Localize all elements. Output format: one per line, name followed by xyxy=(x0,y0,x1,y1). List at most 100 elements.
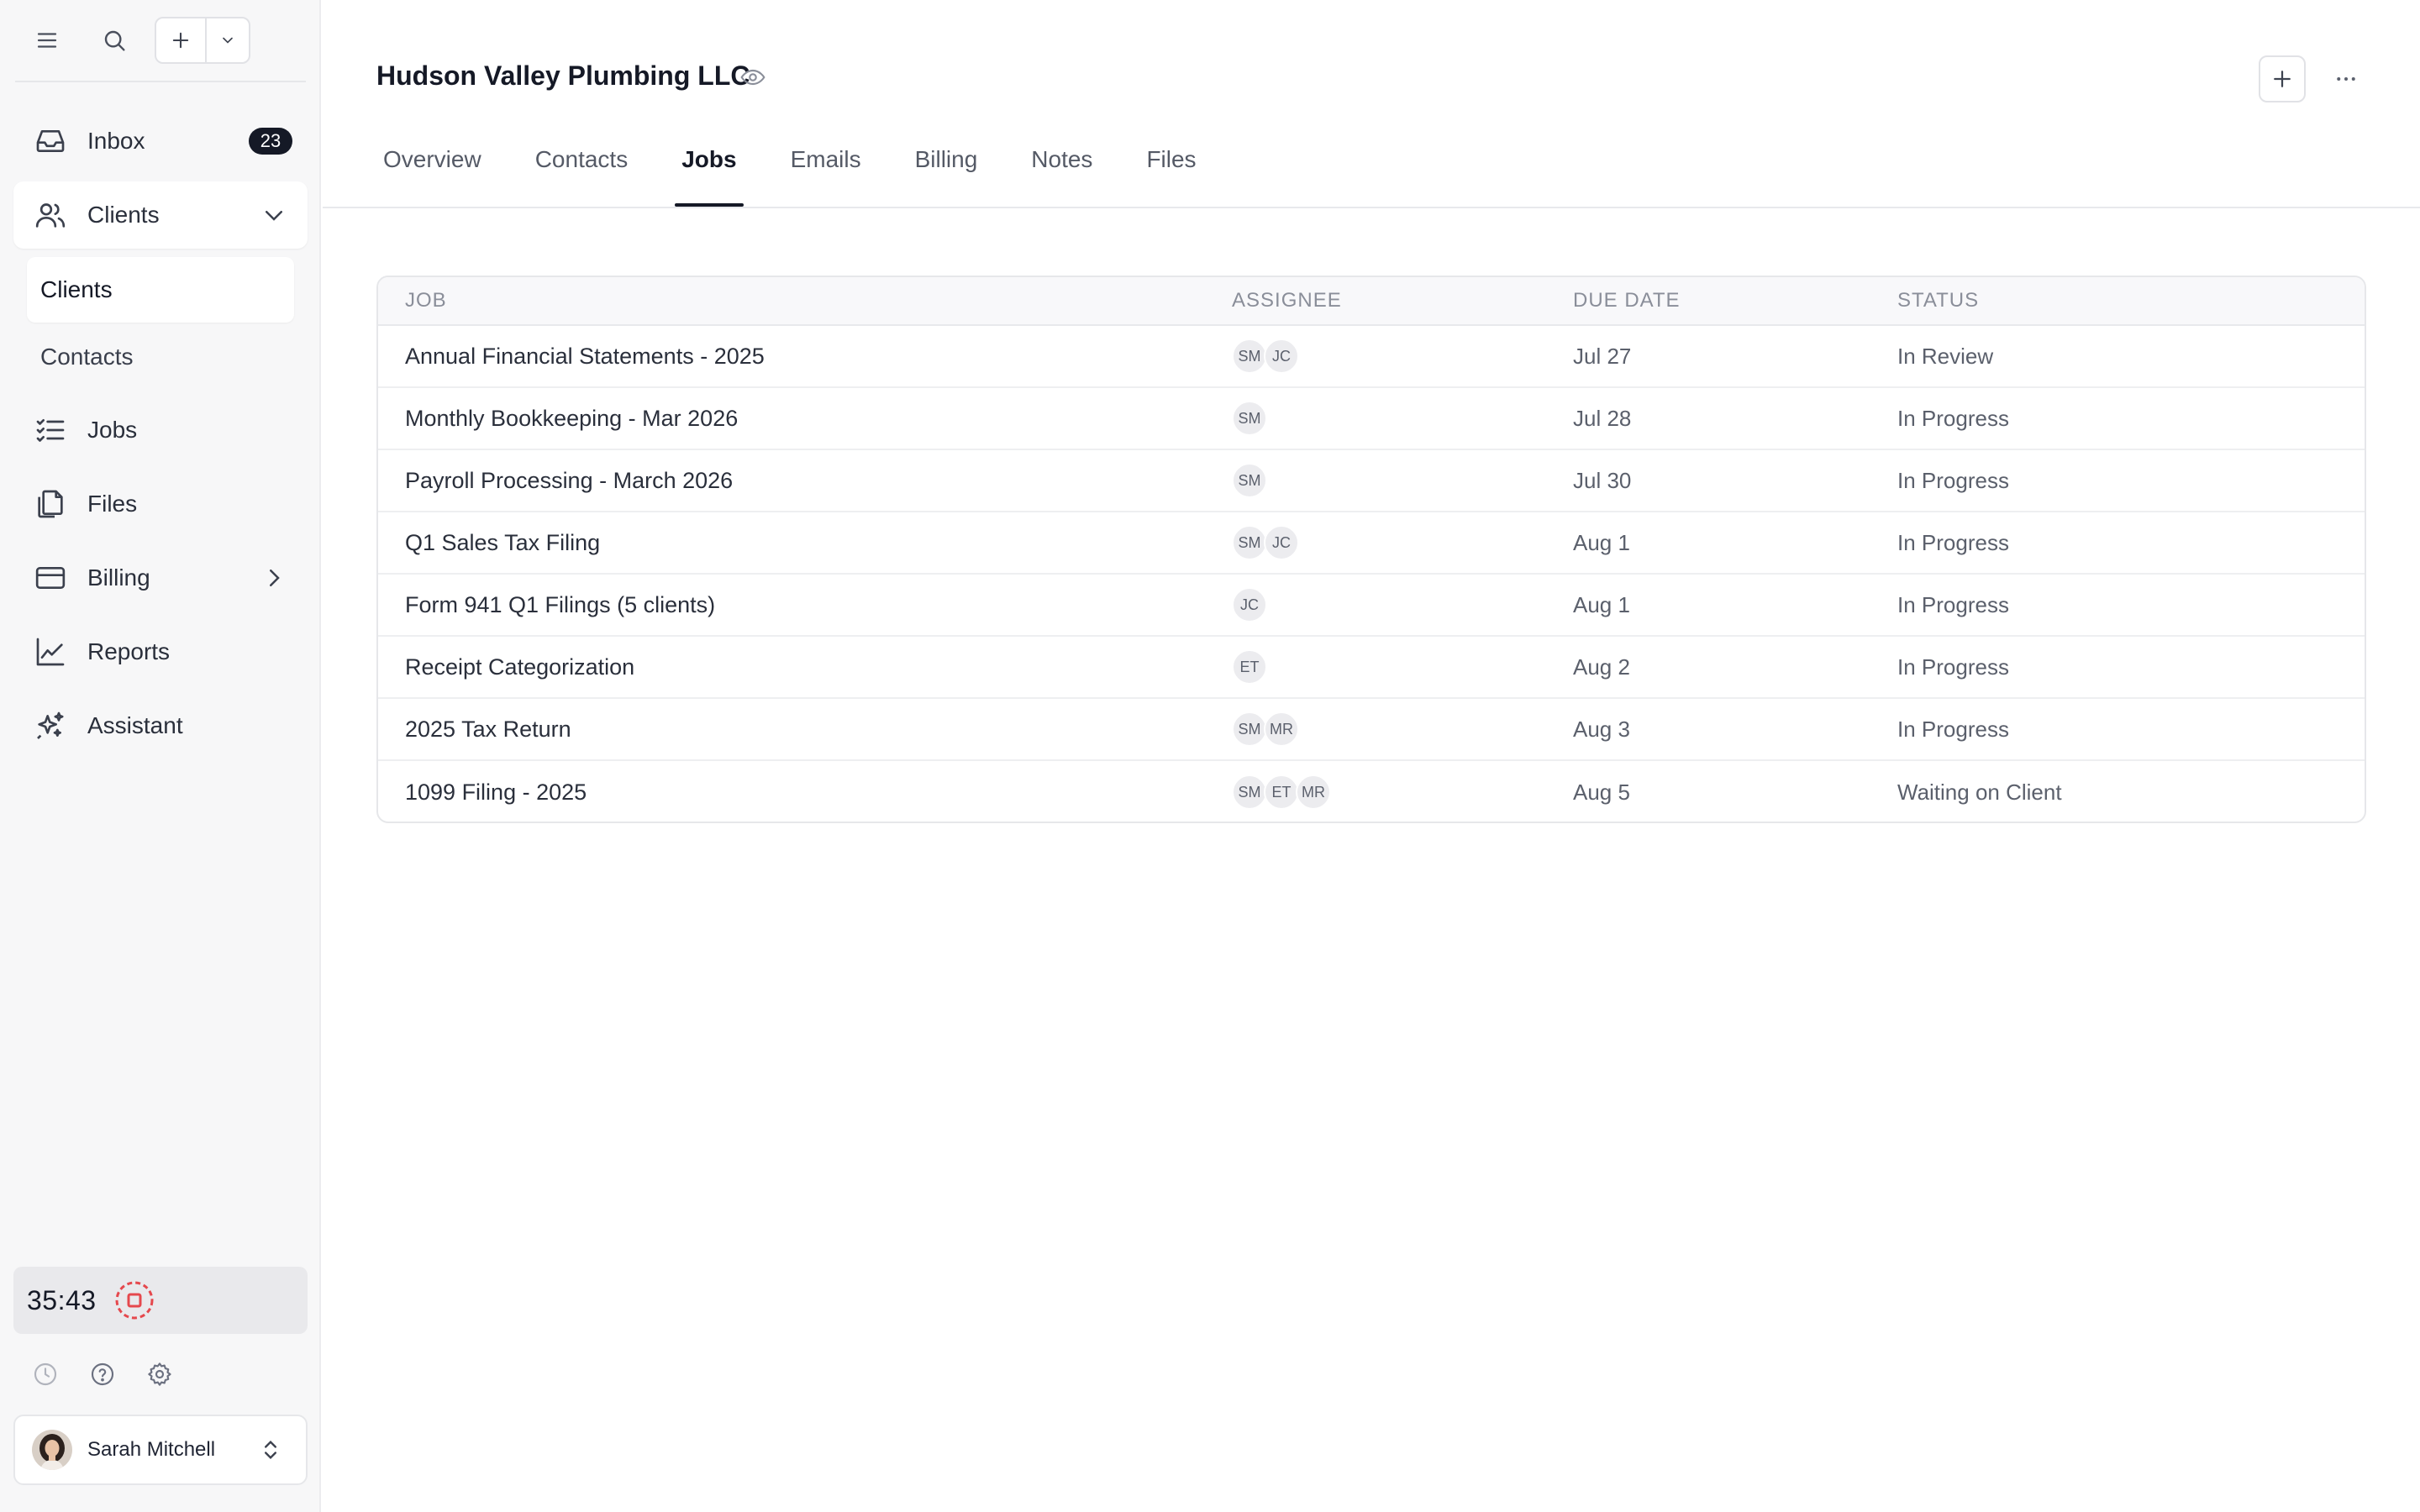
gear-icon[interactable] xyxy=(141,1356,178,1393)
stop-timer-icon[interactable] xyxy=(113,1279,155,1321)
assignee-avatar[interactable]: SM xyxy=(1232,463,1267,498)
job-name-cell[interactable]: Receipt Categorization xyxy=(378,654,1232,680)
sidebar-item-label: Jobs xyxy=(87,417,138,443)
tab-billing[interactable]: Billing xyxy=(908,143,985,207)
column-header-job[interactable]: JOB xyxy=(378,289,1232,312)
table-header: JOB ASSIGNEE DUE DATE STATUS xyxy=(378,277,2365,326)
assignee-avatar[interactable]: SM xyxy=(1232,339,1267,374)
assignee-avatar[interactable]: JC xyxy=(1264,339,1299,374)
credit-card-icon xyxy=(32,559,69,596)
user-name: Sarah Mitchell xyxy=(87,1438,216,1461)
table-row[interactable]: Q1 Sales Tax Filing SM JC Aug 1 In Progress xyxy=(378,512,2365,575)
table-row[interactable]: Receipt Categorization ET Aug 2 In Progress xyxy=(378,637,2365,699)
assignee-avatar[interactable]: ET xyxy=(1232,649,1267,685)
table-row[interactable]: 2025 Tax Return SM MR Aug 3 In Progress xyxy=(378,699,2365,761)
due-date-cell: Aug 2 xyxy=(1573,654,1630,680)
sidebar-subitem-clients[interactable]: Clients xyxy=(27,257,294,323)
sidebar-item-billing[interactable]: Billing xyxy=(13,544,308,612)
table-row[interactable]: Form 941 Q1 Filings (5 clients) JC Aug 1 In… xyxy=(378,575,2365,637)
assignee-avatars: SM MR xyxy=(1232,711,1573,747)
user-menu[interactable]: Sarah Mitchell xyxy=(13,1415,308,1485)
plus-icon xyxy=(172,32,189,49)
assignee-cell: SM MR xyxy=(1232,711,1573,747)
status-cell: In Progress xyxy=(1897,654,2009,680)
due-date-cell: Aug 3 xyxy=(1573,716,1630,742)
tab-files[interactable]: Files xyxy=(1139,143,1202,207)
assignee-avatar[interactable]: MR xyxy=(1296,774,1331,810)
search-icon[interactable] xyxy=(97,24,131,57)
due-date-cell: Jul 28 xyxy=(1573,405,1632,431)
column-header-assignee[interactable]: ASSIGNEE xyxy=(1232,289,1573,312)
create-new-split-button xyxy=(155,17,250,64)
create-new-button[interactable] xyxy=(156,18,207,62)
job-name-cell[interactable]: Form 941 Q1 Filings (5 clients) xyxy=(378,592,1232,618)
status-cell: In Progress xyxy=(1897,529,2009,555)
menu-icon[interactable] xyxy=(30,24,64,57)
status-cell: In Review xyxy=(1897,343,1994,369)
tab-contacts[interactable]: Contacts xyxy=(529,143,635,207)
due-date-cell: Aug 5 xyxy=(1573,779,1630,805)
tab-emails[interactable]: Emails xyxy=(784,143,868,207)
sidebar-item-assistant[interactable]: Assistant xyxy=(13,692,308,759)
inbox-count-badge: 23 xyxy=(249,128,292,155)
page-title: Hudson Valley Plumbing LLC xyxy=(376,60,750,91)
chevron-right-icon[interactable] xyxy=(257,561,291,595)
table-row[interactable]: Payroll Processing - March 2026 SM Jul 30 I… xyxy=(378,450,2365,512)
eye-icon[interactable] xyxy=(738,62,768,92)
status-cell: In Progress xyxy=(1897,716,2009,742)
assignee-avatar[interactable]: SM xyxy=(1232,401,1267,436)
assignee-avatar[interactable]: JC xyxy=(1264,525,1299,560)
assignee-avatar[interactable]: ET xyxy=(1264,774,1299,810)
status-cell: In Progress xyxy=(1897,591,2009,617)
assignee-avatar[interactable]: MR xyxy=(1264,711,1299,747)
assignee-avatar[interactable]: SM xyxy=(1232,525,1267,560)
job-name-cell[interactable]: 1099 Filing - 2025 xyxy=(378,780,1232,806)
assignee-avatar[interactable]: SM xyxy=(1232,711,1267,747)
assignee-cell: SM JC xyxy=(1232,339,1573,374)
table-row[interactable]: 1099 Filing - 2025 SM ET MR Aug 5 Waiting on … xyxy=(378,761,2365,822)
tab-jobs[interactable]: Jobs xyxy=(675,143,744,207)
create-new-dropdown-button[interactable] xyxy=(207,18,249,62)
sidebar-item-files[interactable]: Files xyxy=(13,470,308,538)
table-row[interactable]: Annual Financial Statements - 2025 SM JC Ju… xyxy=(378,326,2365,388)
users-icon xyxy=(32,197,69,234)
clock-icon[interactable] xyxy=(27,1356,64,1393)
job-name-cell[interactable]: Monthly Bookkeeping - Mar 2026 xyxy=(378,406,1232,432)
status-cell: Waiting on Client xyxy=(1897,779,2062,805)
sidebar-subitem-contacts[interactable]: Contacts xyxy=(27,324,294,390)
assignee-avatar[interactable]: JC xyxy=(1232,587,1267,622)
job-name-cell[interactable]: 2025 Tax Return xyxy=(378,717,1232,743)
add-button[interactable] xyxy=(2259,55,2306,102)
help-icon[interactable] xyxy=(84,1356,121,1393)
job-name-cell[interactable]: Q1 Sales Tax Filing xyxy=(378,530,1232,556)
job-name-cell[interactable]: Annual Financial Statements - 2025 xyxy=(378,344,1232,370)
column-header-due-date[interactable]: DUE DATE xyxy=(1573,289,1897,312)
more-options-icon[interactable] xyxy=(2326,59,2366,99)
tab-notes[interactable]: Notes xyxy=(1024,143,1099,207)
column-header-status[interactable]: STATUS xyxy=(1897,289,2365,312)
status-cell: In Progress xyxy=(1897,467,2009,493)
table-row[interactable]: Monthly Bookkeeping - Mar 2026 SM Jul 28 In… xyxy=(378,388,2365,450)
sidebar-item-inbox[interactable]: Inbox 23 xyxy=(13,108,308,175)
assignee-avatars: SM JC xyxy=(1232,525,1573,560)
assignee-avatar[interactable]: SM xyxy=(1232,774,1267,810)
sidebar-utility-icons xyxy=(27,1356,178,1393)
assignee-avatars: SM xyxy=(1232,463,1573,498)
assignee-cell: SM ET MR xyxy=(1232,774,1573,810)
sidebar-item-jobs[interactable]: Jobs xyxy=(13,396,308,464)
plus-icon xyxy=(2274,71,2291,87)
checklist-icon xyxy=(32,412,69,449)
due-date-cell: Aug 1 xyxy=(1573,529,1630,555)
chevron-down-icon[interactable] xyxy=(257,198,291,232)
tab-overview[interactable]: Overview xyxy=(376,143,488,207)
job-name-cell[interactable]: Payroll Processing - March 2026 xyxy=(378,468,1232,494)
sidebar-item-label: Inbox xyxy=(87,128,145,154)
assignee-avatars: SM JC xyxy=(1232,339,1573,374)
assignee-avatars: JC xyxy=(1232,587,1573,622)
sidebar-item-reports[interactable]: Reports xyxy=(13,618,308,685)
sidebar-item-clients[interactable]: Clients xyxy=(13,181,308,249)
sparkles-icon xyxy=(32,707,69,744)
tabs-divider xyxy=(323,207,2420,208)
assignee-cell: SM JC xyxy=(1232,525,1573,560)
time-tracker: 35:43 xyxy=(13,1267,308,1334)
